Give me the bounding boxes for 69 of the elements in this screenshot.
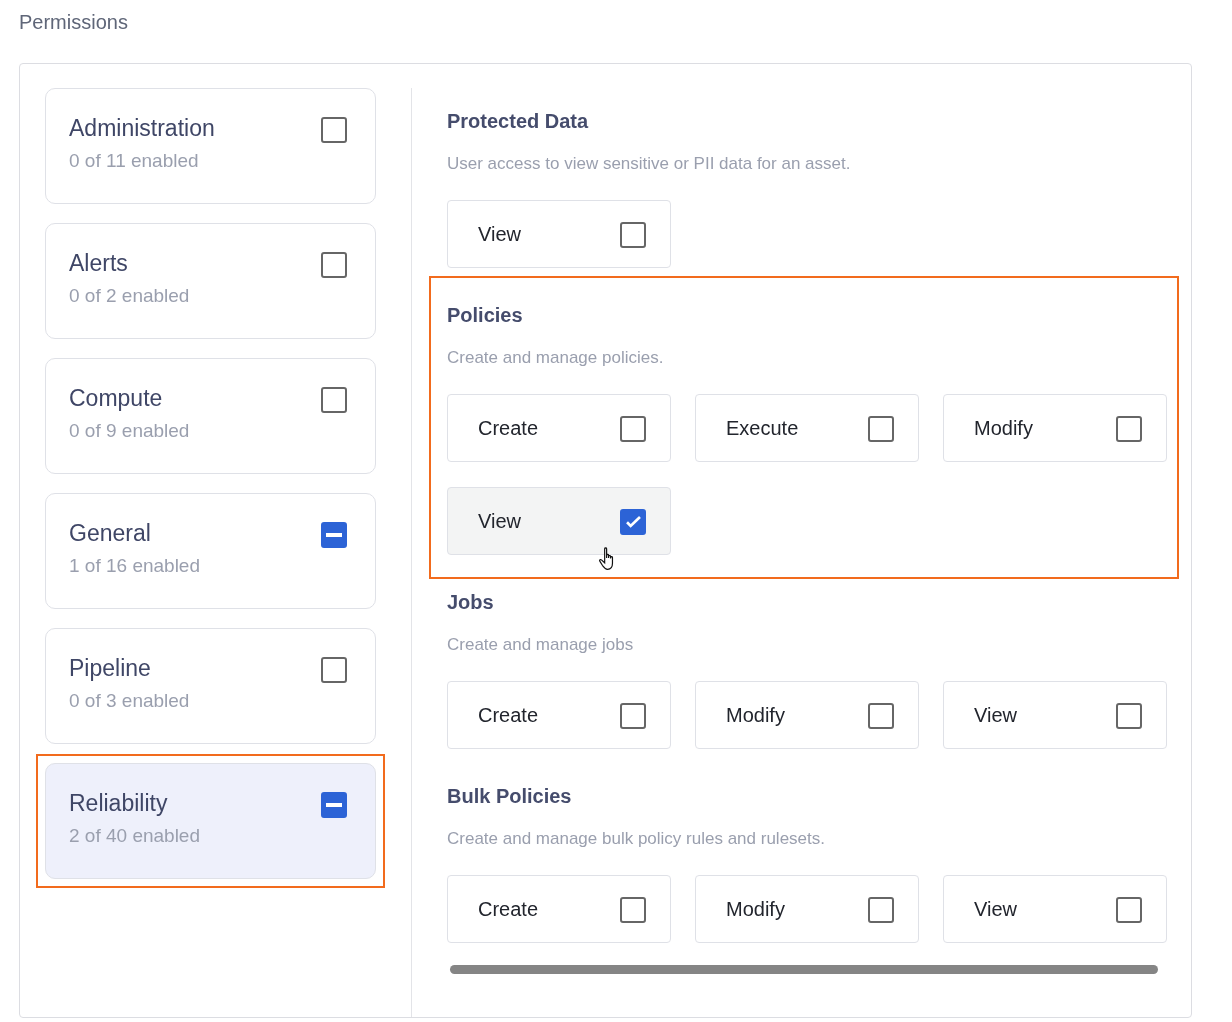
check-icon [625, 516, 641, 528]
category-checkbox[interactable] [321, 252, 347, 278]
option-label: Create [478, 897, 539, 921]
section-heading: Bulk Policies [447, 785, 573, 808]
option-checkbox[interactable] [1116, 897, 1142, 923]
option-label: View [974, 703, 1017, 727]
option-label: Execute [726, 416, 799, 440]
category-summary: 2 of 40 enabled [69, 825, 200, 847]
option-label: Modify [726, 897, 785, 921]
option-label: View [478, 509, 521, 533]
permission-option[interactable]: Create [447, 875, 671, 943]
option-label: Create [478, 416, 539, 440]
option-label: Modify [974, 416, 1033, 440]
permission-option[interactable]: View [943, 681, 1167, 749]
section-description: Create and manage policies. [447, 348, 665, 368]
permission-option[interactable]: Execute [695, 394, 919, 462]
category-checkbox[interactable] [321, 792, 347, 818]
category-summary: 0 of 11 enabled [69, 150, 200, 172]
section-heading: Jobs [447, 591, 495, 614]
category-card[interactable]: Administration 0 of 11 enabled [45, 88, 376, 204]
category-card[interactable]: Pipeline 0 of 3 enabled [45, 628, 376, 744]
section-description: Create and manage jobs [447, 635, 635, 655]
permission-option[interactable]: Modify [943, 394, 1167, 462]
option-checkbox[interactable] [620, 222, 646, 248]
option-checkbox[interactable] [620, 703, 646, 729]
page-title: Permissions [18, 10, 129, 35]
section-description: User access to view sensitive or PII data for an asset. [447, 154, 852, 174]
category-name: General [69, 520, 152, 547]
horizontal-scrollbar[interactable] [450, 965, 1158, 974]
permission-option[interactable]: View [943, 875, 1167, 943]
category-card[interactable]: General 1 of 16 enabled [45, 493, 376, 609]
category-name: Administration [69, 115, 215, 142]
category-checkbox[interactable] [321, 117, 347, 143]
category-summary: 1 of 16 enabled [69, 555, 200, 577]
category-name: Compute [69, 385, 164, 412]
category-card[interactable]: Reliability 2 of 40 enabled [45, 763, 376, 879]
permission-option[interactable]: Create [447, 681, 671, 749]
minus-icon [326, 803, 342, 807]
permission-option[interactable]: View [447, 200, 671, 268]
option-checkbox[interactable] [868, 416, 894, 442]
category-name: Reliability [69, 790, 169, 817]
category-checkbox[interactable] [321, 522, 347, 548]
section-heading: Protected Data [447, 110, 590, 133]
category-name: Alerts [69, 250, 129, 277]
option-checkbox[interactable] [1116, 703, 1142, 729]
option-checkbox[interactable] [868, 703, 894, 729]
category-card[interactable]: Compute 0 of 9 enabled [45, 358, 376, 474]
section-heading: Policies [447, 304, 524, 327]
option-label: Create [478, 703, 539, 727]
option-label: Modify [726, 703, 785, 727]
category-card[interactable]: Alerts 0 of 2 enabled [45, 223, 376, 339]
option-checkbox[interactable] [620, 416, 646, 442]
category-checkbox[interactable] [321, 657, 347, 683]
permission-option[interactable]: Modify [695, 681, 919, 749]
minus-icon [326, 533, 342, 537]
option-checkbox[interactable] [1116, 416, 1142, 442]
option-label: View [478, 222, 521, 246]
option-checkbox[interactable] [620, 509, 646, 535]
category-summary: 0 of 2 enabled [69, 285, 190, 307]
category-checkbox[interactable] [321, 387, 347, 413]
option-label: View [974, 897, 1017, 921]
option-checkbox[interactable] [868, 897, 894, 923]
category-name: Pipeline [69, 655, 152, 682]
option-checkbox[interactable] [620, 897, 646, 923]
permission-option[interactable]: Modify [695, 875, 919, 943]
permission-option[interactable]: Create [447, 394, 671, 462]
category-summary: 0 of 3 enabled [69, 690, 190, 712]
section-description: Create and manage bulk policy rules and rulesets. [447, 829, 826, 849]
category-summary: 0 of 9 enabled [69, 420, 190, 442]
